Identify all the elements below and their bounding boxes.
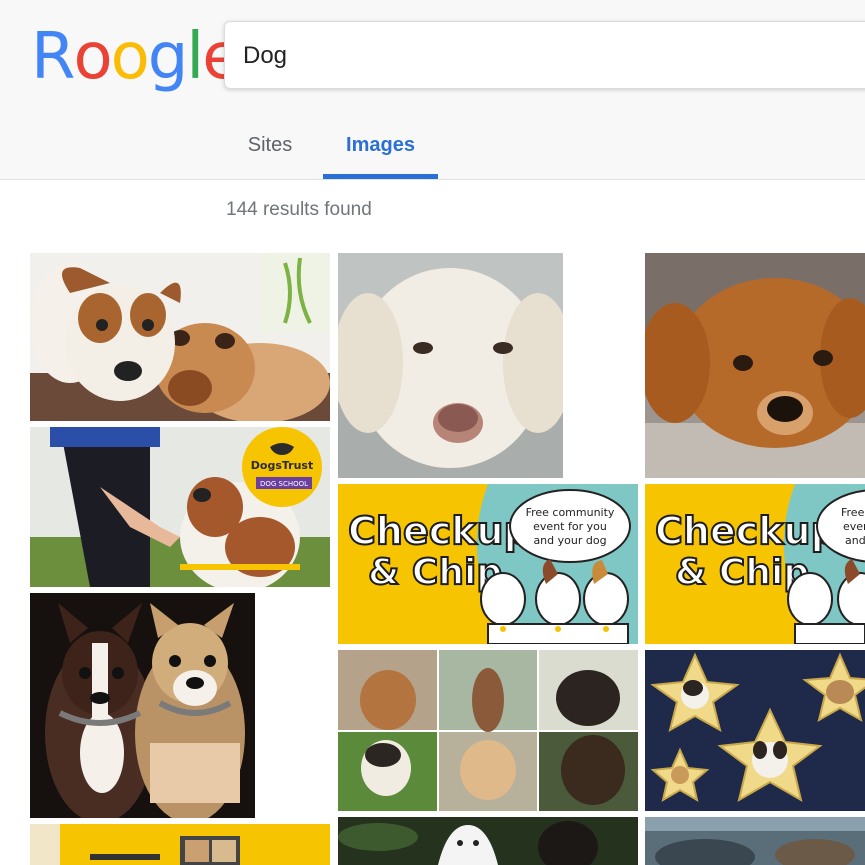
search-input[interactable]	[243, 38, 843, 74]
logo-letter: l	[186, 20, 204, 94]
search-box[interactable]	[224, 21, 865, 89]
logo-letter: g	[147, 20, 189, 94]
chip-title-2: & Chip	[675, 552, 809, 593]
star-dogs-image	[645, 650, 865, 811]
image-result-dog-with-teddy[interactable]	[30, 253, 330, 421]
image-result-dogs-trust[interactable]: DogsTrust DOG SCHOOL	[30, 427, 330, 587]
dog-with-teddy-image	[30, 253, 330, 421]
image-result-brown-dog[interactable]	[645, 253, 865, 478]
image-result-checkup-chip[interactable]: Checkup & Chip Free community event for …	[338, 484, 638, 644]
roogle-logo[interactable]: Roogle	[31, 20, 242, 94]
tab-sites[interactable]: Sites	[232, 120, 308, 178]
results-count: 144 results found	[226, 199, 372, 220]
checkup-title: Checkup	[348, 509, 531, 553]
logo-letter: o	[110, 20, 150, 94]
chip-title: & Chip	[368, 552, 502, 593]
cloud-line-1: Free community	[526, 506, 615, 519]
image-result-dog-collage[interactable]	[338, 650, 638, 811]
checkup-title-2: Checkup	[655, 509, 838, 553]
dogs-trust-image: DogsTrust DOG SCHOOL	[30, 427, 330, 587]
image-result-star-dogs[interactable]	[645, 650, 865, 811]
boston-terriers-image	[30, 593, 255, 818]
logo-letter: R	[31, 20, 75, 94]
logo-letter: o	[73, 20, 112, 94]
dogs-trust-tag: DOG SCHOOL	[260, 480, 308, 488]
tab-images[interactable]: Images	[323, 120, 438, 178]
dogs-trust-brand: DogsTrust	[251, 459, 313, 472]
image-result-ghost-dogs[interactable]	[338, 817, 638, 865]
checkup-chip-image: Checkup & Chip Free community event for …	[338, 484, 638, 644]
image-result-dog-outdoor[interactable]	[645, 817, 865, 865]
image-result-boston-terriers[interactable]	[30, 593, 255, 818]
dog-collage-image	[338, 650, 638, 811]
ghost-dogs-image	[338, 817, 638, 865]
header: Roogle Sites Images	[0, 0, 865, 180]
active-tab-indicator	[323, 174, 438, 179]
brown-dog-image	[645, 253, 865, 478]
cloud-line-3-2: and	[845, 534, 865, 547]
yellow-card-image	[30, 824, 330, 865]
cloud-line-3: and your dog	[533, 534, 606, 547]
image-result-white-labrador[interactable]	[338, 253, 563, 478]
image-result-checkup-chip-2[interactable]: Checkup & Chip Free c even and	[645, 484, 865, 644]
white-labrador-image	[338, 253, 563, 478]
cloud-line-2-2: even	[843, 520, 865, 533]
image-result-yellow-card[interactable]	[30, 824, 330, 865]
cloud-line-1-2: Free c	[841, 506, 865, 519]
dog-outdoor-image	[645, 817, 865, 865]
checkup-chip-image-2: Checkup & Chip Free c even and	[645, 484, 865, 644]
cloud-line-2: event for you	[533, 520, 607, 533]
